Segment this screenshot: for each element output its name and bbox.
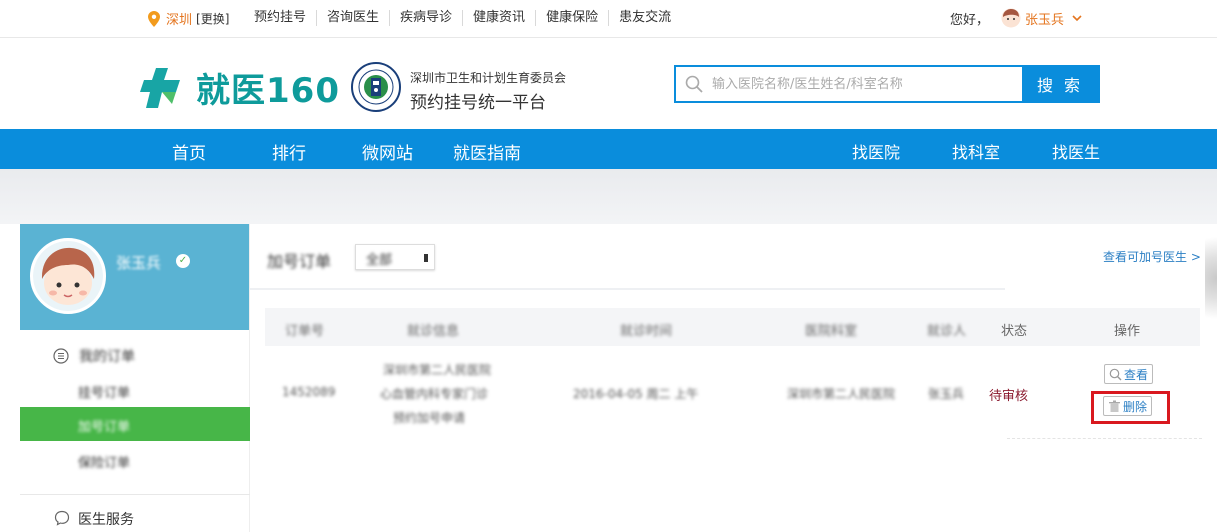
filter-value: 全部 [366, 253, 393, 268]
user-avatar-icon [1001, 8, 1021, 28]
divider [250, 288, 1005, 290]
page-title: 加号订单 [267, 252, 332, 271]
view-button-label: 查看 [1124, 367, 1149, 382]
delete-highlight-box [1091, 391, 1170, 424]
location-pin-icon [148, 10, 160, 27]
view-available-doctors-link[interactable]: 查看可加号医生 > [1103, 248, 1201, 265]
sidebar-item-plus-orders[interactable]: 加号订单 [20, 407, 250, 441]
platform-name: 预约挂号统一平台 [410, 93, 546, 113]
top-link-consult[interactable]: 咨询医生 [316, 10, 389, 26]
greeting: 您好， [950, 12, 990, 28]
visit-info-line2: 心血管内科专家门诊 [380, 387, 489, 401]
status-badge: 待审核 [989, 389, 1029, 404]
menu-head-label: 我的订单 [79, 349, 135, 365]
nav-find-department[interactable]: 找科室 [952, 139, 1000, 163]
menu-service-label: 医生服务 [78, 512, 134, 528]
top-link-news[interactable]: 健康资讯 [462, 10, 535, 26]
top-link-triage[interactable]: 疾病导诊 [389, 10, 462, 26]
order-status-filter[interactable]: 全部 [355, 244, 435, 270]
government-seal-icon [351, 62, 401, 112]
site-header: 就医160 深圳市卫生和计划生育委员会 预约挂号统一平台 搜 索 [0, 39, 1217, 129]
visit-info-line3: 预约加号申请 [393, 411, 466, 425]
child-avatar-icon [33, 241, 103, 311]
top-link-community[interactable]: 患友交流 [608, 10, 681, 26]
view-button[interactable]: 查看 [1104, 364, 1154, 384]
orders-panel: 加号订单 全部 查看可加号医生 > 订单号 就诊信息 就诊时间 医院科室 就诊人… [250, 224, 1217, 532]
col-status: 状态 [1001, 324, 1028, 339]
col-patient: 就诊人 [927, 324, 967, 339]
medical-cross-logo-icon [140, 67, 180, 108]
visit-time: 2016-04-05 周二 上午 [573, 387, 699, 401]
username[interactable]: 张玉兵 [1025, 9, 1064, 28]
nav-find-hospital[interactable]: 找医院 [852, 139, 900, 163]
search-icon [676, 67, 712, 101]
page-banner [0, 169, 1217, 224]
nav-find-doctor[interactable]: 找医生 [1052, 139, 1100, 163]
patient-name: 张玉兵 [928, 387, 965, 401]
logo-text: 就医160 [196, 71, 340, 111]
list-circle-icon [53, 348, 69, 364]
chat-bubble-icon [54, 510, 70, 526]
dropdown-arrow-icon [424, 254, 428, 262]
magnifier-icon [1109, 368, 1122, 380]
menu-my-orders[interactable]: 我的订单 [53, 346, 135, 366]
top-link-insurance[interactable]: 健康保险 [535, 10, 608, 26]
col-hospital: 医院科室 [805, 324, 858, 339]
avatar[interactable] [30, 238, 106, 314]
row-divider [1007, 438, 1202, 439]
search-button[interactable]: 搜 索 [1022, 67, 1098, 101]
col-actions: 操作 [1114, 324, 1141, 339]
search-input[interactable] [712, 67, 1022, 101]
main-nav: 首页 排行 微网站 就医指南 找医院 找科室 找医生 [0, 129, 1217, 169]
col-visit-info: 就诊信息 [407, 324, 460, 339]
gov-org-name: 深圳市卫生和计划生育委员会 [410, 71, 567, 85]
menu-doctor-service[interactable]: 医生服务 [20, 494, 250, 532]
nav-ranking[interactable]: 排行 [272, 139, 306, 164]
location-selector[interactable]: 深圳 [更换] [148, 9, 229, 28]
nav-home[interactable]: 首页 [172, 139, 206, 164]
top-bar: 深圳 [更换] 预约挂号 咨询医生 疾病导诊 健康资讯 健康保险 患友交流 您好… [0, 0, 1217, 38]
user-sidebar: 张玉兵 ✓ 我的订单 挂号订单 加号订单 保险订单 医生服务 [20, 224, 250, 532]
current-city: 深圳 [166, 13, 193, 28]
floating-assistant-edge[interactable] [1205, 228, 1217, 328]
sidebar-item-label: 加号订单 [78, 420, 131, 435]
sidebar-item-insurance-orders[interactable]: 保险订单 [78, 452, 130, 471]
col-order-no: 订单号 [285, 324, 325, 339]
col-visit-time: 就诊时间 [620, 324, 673, 339]
top-nav: 预约挂号 咨询医生 疾病导诊 健康资讯 健康保险 患友交流 [244, 10, 681, 26]
sidebar-item-registration-orders[interactable]: 挂号订单 [78, 382, 130, 401]
change-city-link[interactable]: [更换] [196, 10, 229, 27]
chevron-down-icon[interactable] [1072, 13, 1082, 23]
user-menu[interactable]: 您好， 张玉兵 [950, 8, 1082, 28]
platform-title: 深圳市卫生和计划生育委员会 预约挂号统一平台 [410, 69, 566, 113]
site-logo[interactable]: 就医160 [140, 63, 340, 112]
top-link-appointment[interactable]: 预约挂号 [244, 10, 316, 26]
hospital-department: 深圳市第二人民医院 [787, 387, 896, 401]
profile-name: 张玉兵 [116, 254, 162, 272]
nav-microsite[interactable]: 微网站 [362, 139, 413, 164]
table-header: 订单号 就诊信息 就诊时间 医院科室 就诊人 状态 操作 [265, 308, 1200, 346]
search-box: 搜 索 [674, 65, 1100, 103]
visit-info-line1: 深圳市第二人民医院 [383, 363, 492, 377]
nav-guide[interactable]: 就医指南 [453, 139, 521, 164]
profile-card: 张玉兵 ✓ [20, 224, 249, 330]
order-number: 1452089 [282, 385, 336, 399]
verified-badge-icon: ✓ [176, 254, 190, 268]
